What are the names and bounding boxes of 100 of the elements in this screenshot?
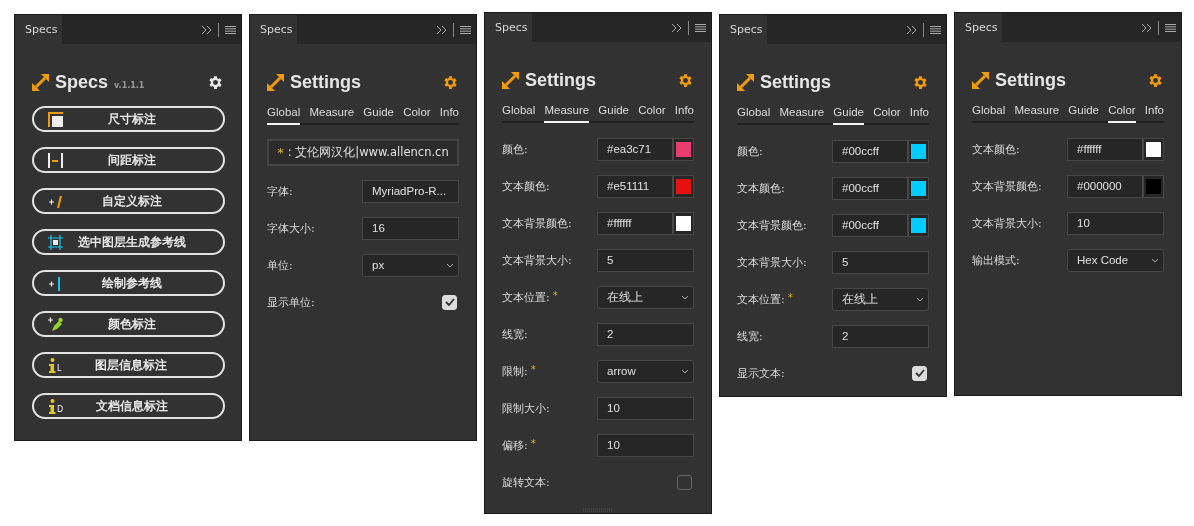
field-label: 输出模式: xyxy=(972,252,1020,268)
collapse-icon[interactable] xyxy=(201,25,212,34)
color-swatch[interactable] xyxy=(908,213,929,237)
field-label: 文本背景颜色: xyxy=(972,178,1042,194)
settings-tab[interactable]: Global xyxy=(502,102,536,123)
settings-tab[interactable]: Guide xyxy=(598,102,629,123)
field-label: 偏移: xyxy=(502,437,528,453)
menu-icon[interactable] xyxy=(460,25,471,34)
panel-title: Specs xyxy=(55,71,109,93)
settings-tab[interactable]: Measure xyxy=(1014,102,1060,123)
field-label: 限制大小: xyxy=(502,400,550,416)
text-input[interactable]: 10 xyxy=(1067,211,1164,235)
settings-tab[interactable]: Measure xyxy=(544,102,590,123)
color-hex-input[interactable]: #ea3c71 xyxy=(597,137,673,161)
menu-icon[interactable] xyxy=(695,23,706,32)
resize-arrow-icon xyxy=(972,71,989,89)
color-swatch[interactable] xyxy=(908,139,929,163)
settings-tab[interactable]: Measure xyxy=(779,104,825,125)
settings-tab[interactable]: Guide xyxy=(833,104,864,125)
settings-tab[interactable]: Color xyxy=(638,102,666,123)
chevron-down-icon xyxy=(916,296,924,302)
settings-tab[interactable]: Info xyxy=(439,104,459,125)
color-hex-input[interactable]: #e51111 xyxy=(597,174,673,198)
color-swatch[interactable] xyxy=(1143,174,1164,198)
color-swatch[interactable] xyxy=(673,211,694,235)
collapse-icon[interactable] xyxy=(906,25,917,34)
settings-tab[interactable]: Guide xyxy=(363,104,394,125)
tool-button[interactable]: L 图层信息标注 xyxy=(32,352,225,378)
tool-button[interactable]: 绘制参考线 xyxy=(32,270,225,296)
color-hex-input[interactable]: #00ccff xyxy=(832,139,908,163)
menu-icon[interactable] xyxy=(930,25,941,34)
color-swatch[interactable] xyxy=(1143,137,1164,161)
text-input[interactable]: 5 xyxy=(597,248,694,272)
color-hex-input[interactable]: #00ccff xyxy=(832,176,908,200)
color-hex-input[interactable]: #ffffff xyxy=(1067,137,1143,161)
settings-tab[interactable]: Measure xyxy=(309,104,355,125)
tool-button[interactable]: 自定义标注 xyxy=(32,188,225,214)
field-label: 文本背景大小: xyxy=(502,252,572,268)
text-input[interactable]: 10 xyxy=(597,396,694,420)
settings-tab[interactable]: Color xyxy=(403,104,431,125)
settings-icon[interactable] xyxy=(677,71,694,89)
panel-tab[interactable]: Specs xyxy=(15,15,62,44)
checkbox[interactable] xyxy=(677,474,692,490)
dropdown[interactable]: 在线上 xyxy=(832,287,929,311)
plus-guide-icon xyxy=(48,275,63,291)
credit-notice: * : 艾伦网汉化|www.allencn.cn xyxy=(267,139,459,166)
collapse-icon[interactable] xyxy=(436,25,447,34)
dropdown[interactable]: Hex Code xyxy=(1067,248,1164,272)
color-hex-input[interactable]: #ffffff xyxy=(597,211,673,235)
field-label: 文本颜色: xyxy=(502,178,550,194)
collapse-icon[interactable] xyxy=(1141,23,1152,32)
color-swatch[interactable] xyxy=(908,176,929,200)
text-input[interactable]: MyriadPro-R... xyxy=(362,179,459,203)
field-label: 显示单位: xyxy=(267,294,315,310)
settings-tab[interactable]: Info xyxy=(674,102,694,123)
settings-tab[interactable]: Guide xyxy=(1068,102,1099,123)
text-input[interactable]: 2 xyxy=(597,322,694,346)
panel-tab[interactable]: Specs xyxy=(485,13,532,42)
field-label: 线宽: xyxy=(737,328,763,344)
eyedropper-icon xyxy=(48,316,63,332)
field-label: 显示文本: xyxy=(737,365,785,381)
text-input[interactable]: 5 xyxy=(832,250,929,274)
panel-tab[interactable]: Specs xyxy=(720,15,767,44)
tool-button[interactable]: D 文档信息标注 xyxy=(32,393,225,419)
settings-tab[interactable]: Global xyxy=(972,102,1006,123)
panel-tab[interactable]: Specs xyxy=(955,13,1002,42)
color-swatch[interactable] xyxy=(673,174,694,198)
dropdown[interactable]: px xyxy=(362,253,459,277)
menu-icon[interactable] xyxy=(225,25,236,34)
color-swatch[interactable] xyxy=(673,137,694,161)
dropdown[interactable]: arrow xyxy=(597,359,694,383)
color-hex-input[interactable]: #000000 xyxy=(1067,174,1143,198)
settings-tab[interactable]: Info xyxy=(909,104,929,125)
text-input[interactable]: 16 xyxy=(362,216,459,240)
settings-tab[interactable]: Color xyxy=(873,104,901,125)
panel-title: Settings xyxy=(760,71,831,93)
tool-button[interactable]: 间距标注 xyxy=(32,147,225,173)
settings-tab[interactable]: Info xyxy=(1144,102,1164,123)
text-input[interactable]: 2 xyxy=(832,324,929,348)
tool-button[interactable]: 颜色标注 xyxy=(32,311,225,337)
settings-tab[interactable]: Global xyxy=(267,104,301,125)
field-label: 文本背景颜色: xyxy=(502,215,572,231)
color-hex-input[interactable]: #00ccff xyxy=(832,213,908,237)
settings-tab[interactable]: Color xyxy=(1108,102,1136,123)
collapse-icon[interactable] xyxy=(671,23,682,32)
settings-icon[interactable] xyxy=(442,73,459,91)
tool-button[interactable]: 尺寸标注 xyxy=(32,106,225,132)
field-label: 旋转文本: xyxy=(502,474,550,490)
tool-button[interactable]: 选中图层生成参考线 xyxy=(32,229,225,255)
menu-icon[interactable] xyxy=(1165,23,1176,32)
required-mark: * xyxy=(530,437,536,449)
settings-icon[interactable] xyxy=(1147,71,1164,89)
dropdown[interactable]: 在线上 xyxy=(597,285,694,309)
panel-tab[interactable]: Specs xyxy=(250,15,297,44)
settings-icon[interactable] xyxy=(912,73,929,91)
text-input[interactable]: 10 xyxy=(597,433,694,457)
panel-title: Settings xyxy=(290,71,361,93)
settings-icon[interactable] xyxy=(207,73,224,91)
panel-title: Settings xyxy=(995,69,1066,91)
settings-tab[interactable]: Global xyxy=(737,104,771,125)
